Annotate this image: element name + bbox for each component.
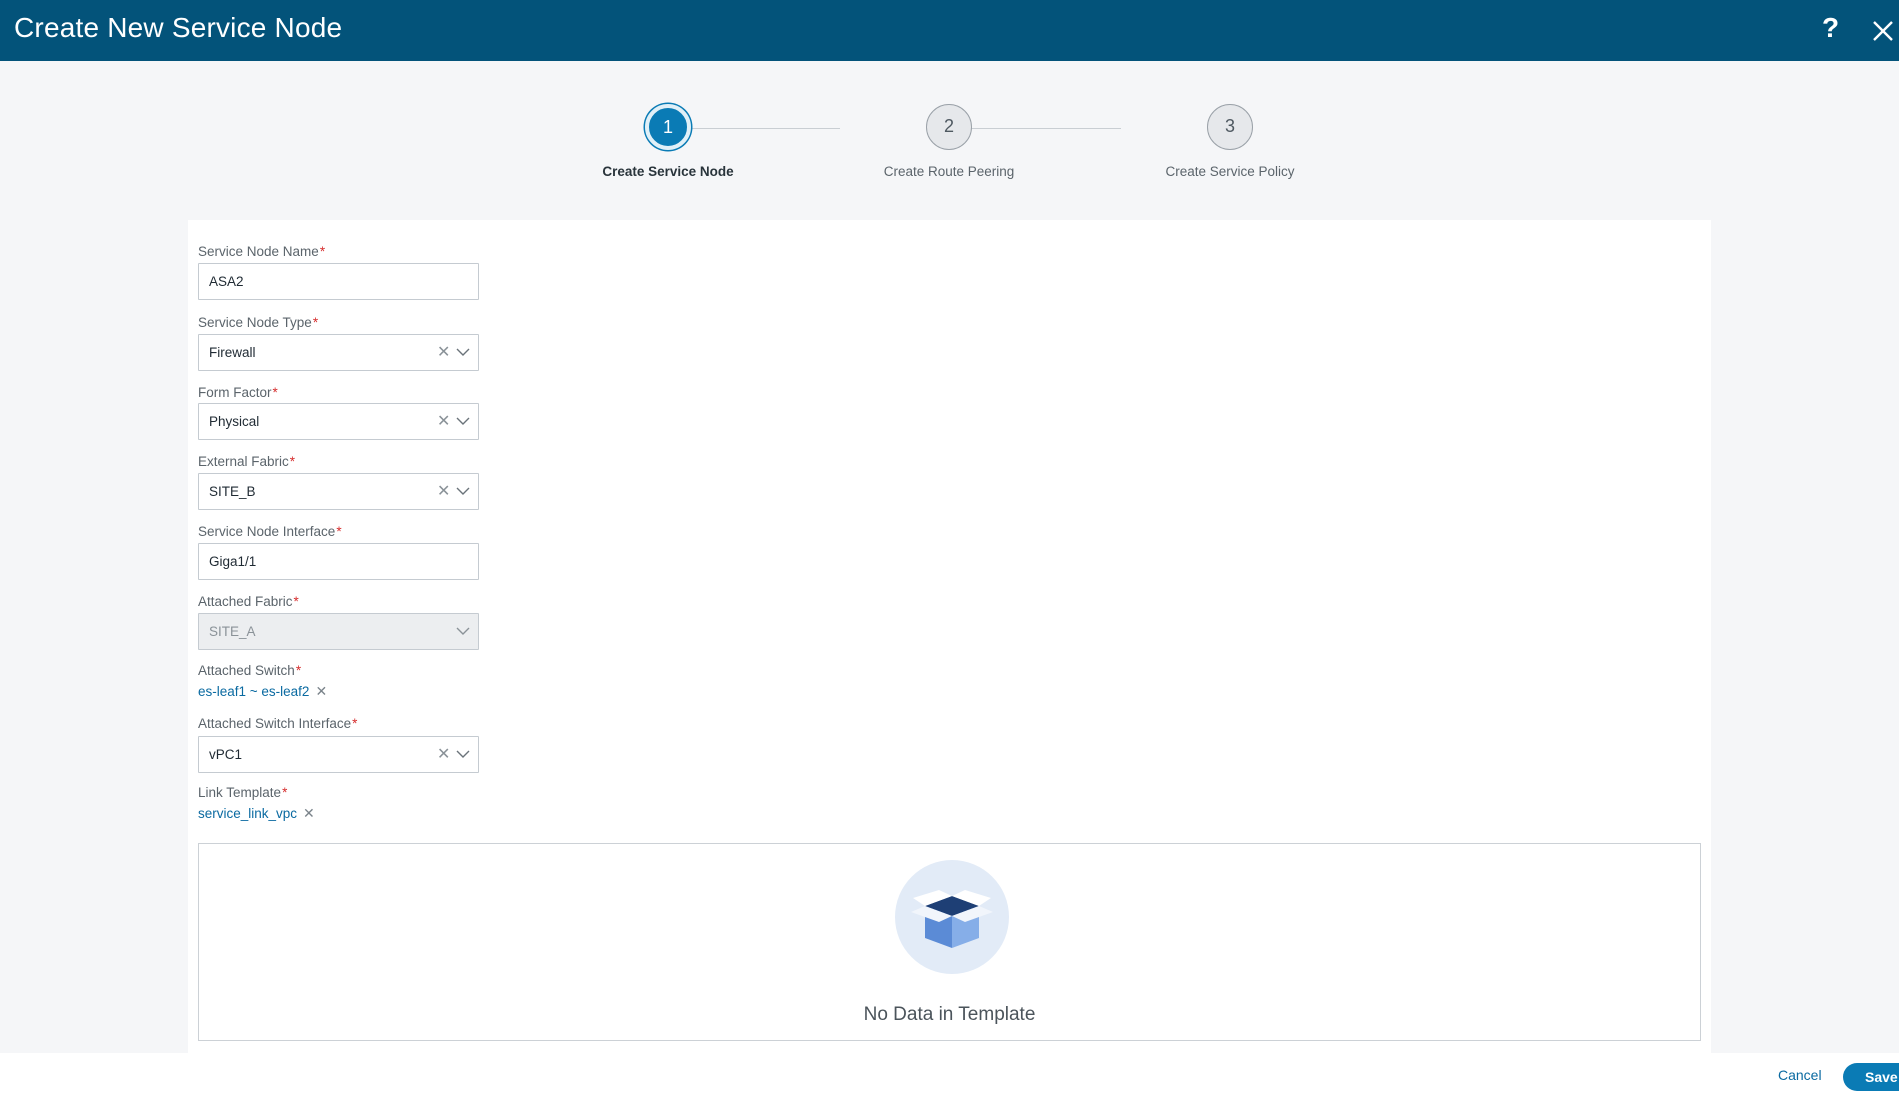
required-mark: * xyxy=(272,385,278,400)
label-text: External Fabric xyxy=(198,454,289,469)
service-node-interface-label: Service Node Interface* xyxy=(198,524,342,539)
required-mark: * xyxy=(295,663,302,678)
required-mark: * xyxy=(319,244,326,259)
label-text: Service Node Type xyxy=(198,315,312,330)
link-template-label: Link Template* xyxy=(198,785,287,800)
form-panel: Service Node Name* ASA2 Service Node Typ… xyxy=(188,220,1711,1053)
select-value: SITE_B xyxy=(209,484,256,499)
required-mark: * xyxy=(312,315,319,330)
required-mark: * xyxy=(293,594,299,609)
step-number: 2 xyxy=(926,104,972,150)
required-mark: * xyxy=(289,454,296,469)
required-mark: * xyxy=(282,785,288,800)
attached-switch-tag[interactable]: es-leaf1 ~ es-leaf2 ✕ xyxy=(198,683,327,700)
label-text: Form Factor xyxy=(198,385,272,400)
remove-tag-icon[interactable]: ✕ xyxy=(315,683,327,699)
service-node-type-label: Service Node Type* xyxy=(198,315,318,330)
form-factor-label: Form Factor* xyxy=(198,385,278,400)
service-node-name-input[interactable]: ASA2 xyxy=(198,263,479,300)
tag-value[interactable]: service_link_vpc xyxy=(198,806,297,821)
clear-icon[interactable]: ✕ xyxy=(437,335,451,370)
template-data-panel: No Data in Template xyxy=(198,843,1701,1041)
label-text: Attached Fabric xyxy=(198,594,293,609)
step-create-route-peering[interactable]: 2 Create Route Peering xyxy=(849,104,1049,179)
step-create-service-node[interactable]: 1 Create Service Node xyxy=(568,104,768,179)
tag-value[interactable]: es-leaf1 ~ es-leaf2 xyxy=(198,684,309,699)
attached-fabric-select: SITE_A xyxy=(198,613,479,650)
chevron-down-icon[interactable] xyxy=(456,487,470,496)
service-node-interface-input[interactable]: Giga1/1 xyxy=(198,543,479,580)
save-button[interactable]: Save xyxy=(1843,1063,1899,1091)
step-number: 3 xyxy=(1207,104,1253,150)
service-node-name-label: Service Node Name* xyxy=(198,244,325,259)
attached-switch-interface-label: Attached Switch Interface* xyxy=(198,716,357,731)
step-create-service-policy[interactable]: 3 Create Service Policy xyxy=(1130,104,1330,179)
chevron-down-icon[interactable] xyxy=(456,750,470,759)
select-value: vPC1 xyxy=(209,747,243,762)
label-text: Attached Switch Interface xyxy=(198,716,352,731)
empty-box-icon xyxy=(895,860,1009,974)
chevron-down-icon[interactable] xyxy=(456,348,470,357)
form-factor-select[interactable]: Physical ✕ xyxy=(198,403,479,440)
clear-icon[interactable]: ✕ xyxy=(437,474,451,509)
step-label: Create Service Policy xyxy=(1165,164,1295,179)
remove-tag-icon[interactable]: ✕ xyxy=(303,805,315,821)
cancel-button[interactable]: Cancel xyxy=(1778,1067,1822,1083)
label-text: Service Node Interface xyxy=(198,524,336,539)
attached-switch-interface-select[interactable]: vPC1 ✕ xyxy=(198,736,479,773)
clear-icon[interactable]: ✕ xyxy=(437,737,451,772)
select-value: Physical xyxy=(209,414,260,429)
external-fabric-select[interactable]: SITE_B ✕ xyxy=(198,473,479,510)
chevron-down-icon[interactable] xyxy=(456,417,470,426)
required-mark: * xyxy=(352,716,358,731)
close-icon[interactable] xyxy=(1866,12,1899,48)
step-label: Create Service Node xyxy=(602,164,734,179)
chevron-down-icon xyxy=(456,627,470,635)
service-node-type-select[interactable]: Firewall ✕ xyxy=(198,334,479,371)
wizard-stepper: 1 Create Service Node 2 Create Route Pee… xyxy=(560,104,1320,184)
select-value: Firewall xyxy=(209,345,256,360)
help-icon[interactable]: ? xyxy=(1822,12,1839,44)
clear-icon[interactable]: ✕ xyxy=(437,404,451,439)
input-value: ASA2 xyxy=(209,274,244,289)
empty-state-text: No Data in Template xyxy=(863,1004,1036,1025)
link-template-tag[interactable]: service_link_vpc ✕ xyxy=(198,805,315,822)
modal-title: Create New Service Node xyxy=(14,12,343,43)
step-label: Create Route Peering xyxy=(883,164,1015,179)
external-fabric-label: External Fabric* xyxy=(198,454,295,469)
attached-switch-label: Attached Switch* xyxy=(198,663,301,678)
label-text: Link Template xyxy=(198,785,282,800)
modal-header: Create New Service Node ? xyxy=(0,0,1899,61)
required-mark: * xyxy=(336,524,342,539)
label-text: Service Node Name xyxy=(198,244,319,259)
attached-fabric-label: Attached Fabric* xyxy=(198,594,299,609)
label-text: Attached Switch xyxy=(198,663,295,678)
modal-footer: Cancel Save xyxy=(0,1053,1899,1100)
input-value: Giga1/1 xyxy=(209,554,257,569)
select-value: SITE_A xyxy=(209,624,256,639)
step-number: 1 xyxy=(645,104,691,150)
